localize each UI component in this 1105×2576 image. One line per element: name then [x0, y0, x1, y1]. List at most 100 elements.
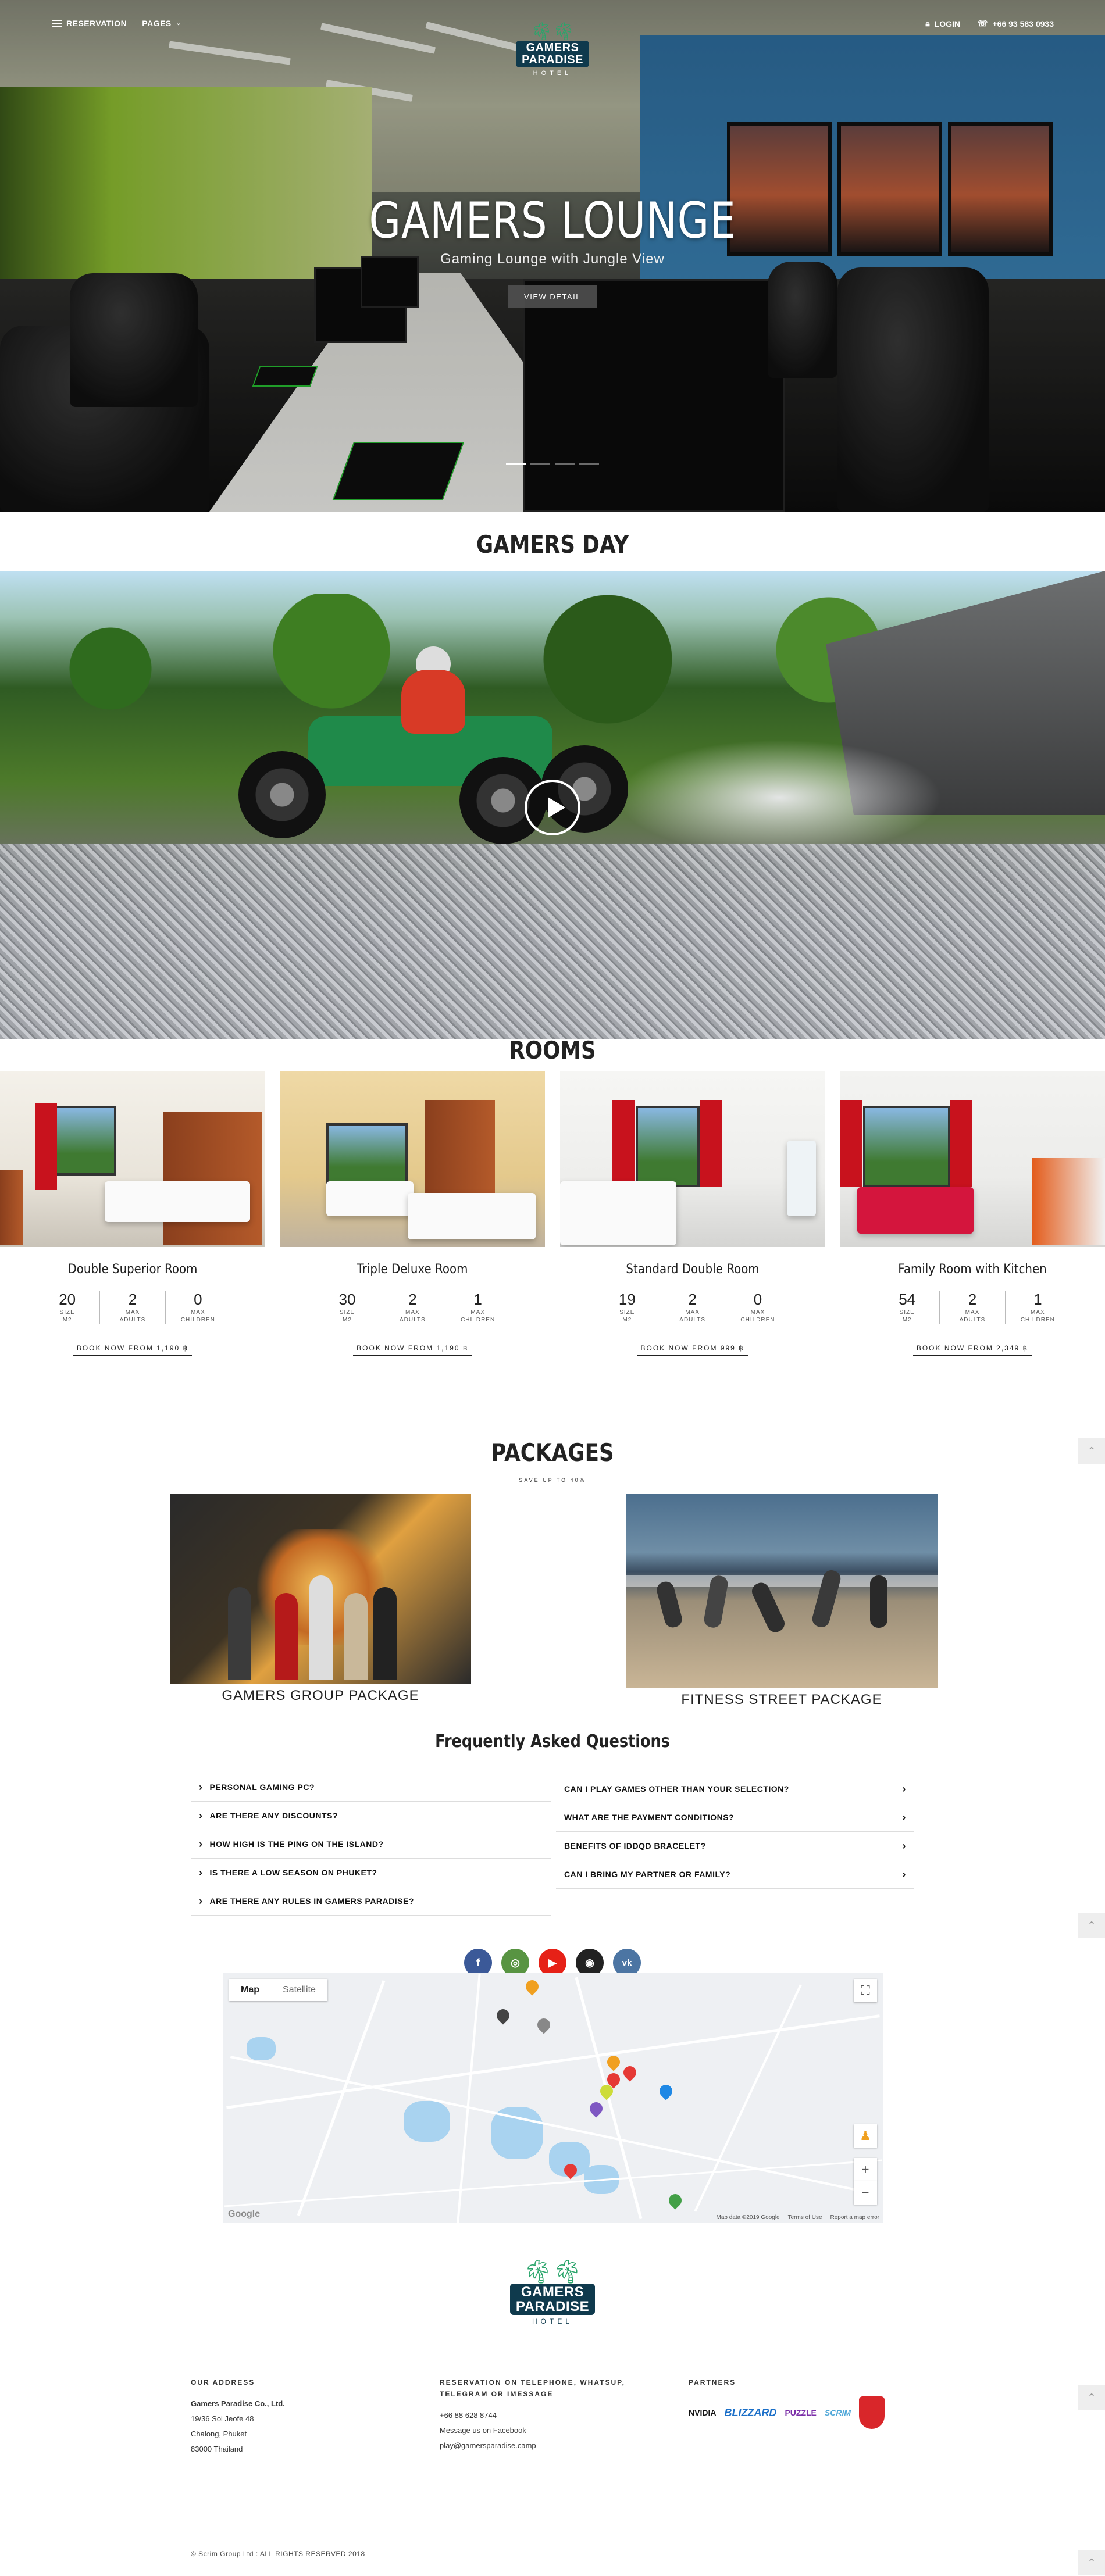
facebook-message-link[interactable]: Message us on Facebook	[440, 2423, 649, 2438]
tripadvisor-icon[interactable]: ◎	[501, 1949, 529, 1977]
slider-dot[interactable]	[579, 463, 599, 465]
logo-line2: PARADISE	[522, 53, 583, 66]
scroll-top-icon[interactable]: ⌃	[1078, 1438, 1105, 1464]
scroll-top-icon[interactable]: ⌃	[1078, 1913, 1105, 1938]
email-link[interactable]: play@gamersparadise.camp	[440, 2438, 649, 2453]
book-now-button[interactable]: BOOK NOW FROM 2,349 ฿	[912, 1344, 1032, 1356]
phone-link[interactable]: ☏ +66 93 583 0933	[978, 19, 1054, 28]
reservation-menu-button[interactable]: RESERVATION	[52, 19, 127, 28]
room-size: 54	[899, 1291, 916, 1308]
max-label: MAX	[685, 1309, 700, 1316]
room-name: Double Superior Room	[67, 1262, 198, 1277]
faq-item[interactable]: WHAT ARE THE PAYMENT CONDITIONS?	[556, 1803, 914, 1832]
faq-item[interactable]: BENEFITS OF IDDQD BRACELET?	[556, 1832, 914, 1860]
instagram-icon[interactable]: ◉	[576, 1949, 604, 1977]
room-card: Double Superior Room 20 SIZE M2 2 MAX ADULTS…	[0, 1071, 265, 1356]
map-tab[interactable]: Map	[229, 1979, 271, 2001]
vk-icon[interactable]: vk	[613, 1949, 641, 1977]
m2-label: M2	[622, 1317, 632, 1323]
map-attribution: Map data ©2019 Google Terms of Use Repor…	[716, 2214, 879, 2221]
faq-item[interactable]: HOW HIGH IS THE PING ON THE ISLAND?	[191, 1830, 551, 1859]
lock-icon: 🔒︎	[925, 19, 930, 28]
google-logo: Google	[228, 2209, 261, 2219]
room-size: 30	[338, 1291, 356, 1308]
login-label: LOGIN	[934, 19, 960, 28]
faq-right-column: CAN I PLAY GAMES OTHER THAN YOUR SELECTI…	[556, 1775, 914, 1889]
slider-dot[interactable]	[530, 463, 550, 465]
fullscreen-icon[interactable]: ⛶	[854, 1979, 877, 2002]
room-max-adults: 2	[688, 1291, 697, 1308]
book-now-button[interactable]: BOOK NOW FROM 1,190 ฿	[353, 1344, 472, 1356]
site-logo[interactable]: 🌴︎🌴︎ GAMERS PARADISE HOTEL	[506, 23, 599, 77]
room-max-adults: 2	[408, 1291, 417, 1308]
slider-dot[interactable]	[555, 463, 575, 465]
map-marker[interactable]	[523, 1977, 541, 1996]
faq-item[interactable]: CAN I BRING MY PARTNER OR FAMILY?	[556, 1860, 914, 1889]
pages-menu-button[interactable]: PAGES ⌄	[142, 19, 181, 28]
footer-logo[interactable]: 🌴︎🌴︎ GAMERS PARADISE HOTEL	[500, 2260, 605, 2325]
zoom-out-button[interactable]: −	[854, 2181, 877, 2205]
video-image-gravel	[0, 844, 1105, 1039]
slider-dot[interactable]	[506, 463, 526, 465]
book-now-button[interactable]: BOOK NOW FROM 1,190 ฿	[73, 1344, 193, 1356]
map-data-text: Map data ©2019 Google	[716, 2214, 780, 2221]
pegman-icon[interactable]: ♟	[854, 2124, 877, 2148]
google-map[interactable]: Map Satellite ⛶ ♟ + − Google Map data ©2…	[223, 1973, 883, 2223]
map-marker[interactable]	[534, 2016, 553, 2034]
scroll-top-icon[interactable]: ⌃	[1078, 2385, 1105, 2410]
book-now-button[interactable]: BOOK NOW FROM 999 ฿	[637, 1344, 748, 1356]
scrim-logo[interactable]: SCRIM	[825, 2405, 851, 2420]
children-label: CHILDREN	[461, 1317, 496, 1323]
shield-logo-icon[interactable]	[859, 2396, 885, 2429]
play-video-button[interactable]	[525, 780, 580, 835]
children-label: CHILDREN	[1020, 1317, 1055, 1323]
blizzard-logo[interactable]: BLIZZARD	[724, 2405, 776, 2420]
hero-title: GAMERS LOUNGE	[369, 192, 736, 250]
view-detail-button[interactable]: VIEW DETAIL	[508, 285, 597, 308]
logo-wordmark: GAMERS PARADISE	[516, 41, 589, 67]
map-marker[interactable]	[621, 2063, 639, 2082]
scroll-top-icon[interactable]: ⌃	[1078, 2550, 1105, 2575]
faq-item[interactable]: IS THERE A LOW SEASON ON PHUKET?	[191, 1859, 551, 1887]
youtube-icon[interactable]: ▶	[539, 1949, 566, 1977]
faq-item[interactable]: CAN I PLAY GAMES OTHER THAN YOUR SELECTI…	[556, 1775, 914, 1803]
chevron-down-icon: ⌄	[176, 20, 181, 27]
package-card[interactable]: GAMERS GROUP PACKAGE	[170, 1494, 471, 1704]
room-image[interactable]	[280, 1071, 546, 1247]
faq-item[interactable]: ARE THERE ANY RULES IN GAMERS PARADISE?	[191, 1887, 551, 1916]
address-line: 83000 Thailand	[191, 2445, 243, 2453]
room-card: Family Room with Kitchen 54 SIZE M2 2 MAX AD…	[839, 1071, 1105, 1356]
room-card: Standard Double Room 19 SIZE M2 2 MAX ADULTS…	[559, 1071, 825, 1356]
satellite-tab[interactable]: Satellite	[271, 1979, 327, 2001]
room-name: Family Room with Kitchen	[898, 1262, 1047, 1277]
package-image	[626, 1494, 938, 1688]
map-marker[interactable]	[604, 2053, 623, 2071]
login-link[interactable]: 🔒︎ LOGIN	[925, 19, 960, 28]
children-label: CHILDREN	[740, 1317, 775, 1323]
hero-subtitle: Gaming Lounge with Jungle View	[440, 251, 665, 267]
report-error-link[interactable]: Report a map error	[830, 2214, 879, 2221]
room-image[interactable]	[0, 1071, 265, 1247]
palm-tree-icon: 🌴︎🌴︎	[530, 22, 575, 41]
room-image[interactable]	[839, 1071, 1105, 1247]
reservation-phone[interactable]: +66 88 628 8744	[440, 2408, 649, 2423]
company-name: Gamers Paradise Co., Ltd.	[191, 2399, 285, 2408]
puzzle-logo[interactable]: PUZZLE	[785, 2405, 816, 2420]
faq-item[interactable]: PERSONAL GAMING PC?	[191, 1773, 551, 1802]
facebook-icon[interactable]: f	[464, 1949, 492, 1977]
map-marker[interactable]	[666, 2191, 685, 2210]
room-card: Triple Deluxe Room 30 SIZE M2 2 MAX ADULTS 1…	[280, 1071, 546, 1356]
faq-item[interactable]: ARE THERE ANY DISCOUNTS?	[191, 1802, 551, 1830]
room-image[interactable]	[559, 1071, 825, 1247]
nvidia-logo[interactable]: NVIDIA	[689, 2405, 716, 2420]
map-marker[interactable]	[494, 2006, 512, 2025]
terms-link[interactable]: Terms of Use	[788, 2214, 822, 2221]
size-label: SIZE	[619, 1309, 635, 1316]
map-marker[interactable]	[657, 2082, 675, 2100]
zoom-in-button[interactable]: +	[854, 2158, 877, 2181]
nav-left: RESERVATION PAGES ⌄	[52, 19, 181, 28]
packages-title: PACKAGES	[491, 1438, 614, 1467]
children-label: CHILDREN	[180, 1317, 215, 1323]
map-marker[interactable]	[587, 2099, 605, 2118]
package-card[interactable]: FITNESS STREET PACKAGE	[626, 1494, 938, 1708]
